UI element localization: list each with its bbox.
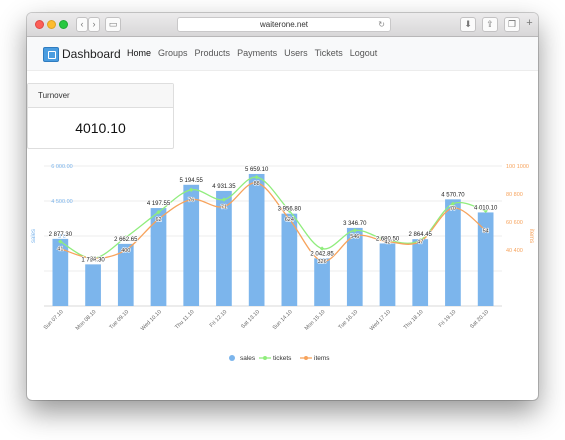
legend-items-label: items <box>314 355 330 362</box>
items-data-label: 70 <box>450 206 456 212</box>
items-data-label: 41 <box>57 247 63 253</box>
y-left-axis-title: sales <box>31 229 37 243</box>
sidebar-toggle-icon[interactable]: ▭ <box>105 17 121 32</box>
legend-sales-label: sales <box>240 355 256 362</box>
sales-bar <box>445 199 461 306</box>
sales-data-label: 4 010.10 <box>474 205 498 211</box>
x-tick-label: Tue 16.10 <box>338 309 360 331</box>
sales-data-label: 5 659.10 <box>245 167 269 173</box>
sales-bar <box>85 264 101 306</box>
turnover-card-title: Turnover <box>28 84 173 108</box>
browser-titlebar: ‹ › ▭ waiterone.net ↻ ⬇ ⇪ ❐ + <box>27 13 538 37</box>
y-right-tick-label: 60 600 <box>506 220 523 226</box>
y-right-axis-title: items <box>528 229 534 243</box>
x-tick-label: Sat 13.10 <box>240 309 261 330</box>
legend-items-dot <box>304 356 308 360</box>
sales-data-label: 2 877.30 <box>49 232 73 238</box>
x-tick-label: Thu 18.10 <box>403 309 425 331</box>
address-bar[interactable]: waiterone.net ↻ <box>177 17 391 32</box>
items-data-label: 62 <box>155 217 161 223</box>
nav-item-tickets[interactable]: Tickets <box>315 48 343 58</box>
nav-item-users[interactable]: Users <box>284 48 308 58</box>
sales-bar <box>477 212 494 306</box>
sales-data-label: 2 662.65 <box>114 237 138 243</box>
new-tab-icon[interactable]: + <box>523 17 536 32</box>
x-tick-label: Sat 20.10 <box>469 309 490 330</box>
sales-data-label: 4 570.70 <box>441 192 465 198</box>
nav-item-groups[interactable]: Groups <box>158 48 188 58</box>
y-right-tick-label: 80 800 <box>506 192 523 198</box>
sales-data-label: 3 956.80 <box>278 207 302 213</box>
sales-data-label: 2 042.85 <box>310 251 334 257</box>
items-data-label: 326 <box>317 259 326 265</box>
close-window-button[interactable] <box>35 20 44 29</box>
turnover-value: 4010.10 <box>75 120 126 136</box>
items-data-label: 47 <box>417 240 423 246</box>
items-data-label: 42 <box>384 240 390 246</box>
sales-bar <box>248 173 265 306</box>
browser-window: ‹ › ▭ waiterone.net ↻ ⬇ ⇪ ❐ + Dashboard … <box>27 13 538 400</box>
x-tick-label: Mon 15.10 <box>304 309 327 332</box>
nav-item-payments[interactable]: Payments <box>237 48 277 58</box>
sales-bar <box>379 243 396 306</box>
legend-tickets-dot <box>263 356 267 360</box>
x-tick-label: Mon 08.10 <box>75 309 98 332</box>
tabs-overview-icon[interactable]: ❐ <box>504 17 520 32</box>
brand-title: Dashboard <box>62 47 121 61</box>
x-tick-label: Fri 19.10 <box>438 309 458 329</box>
legend-tickets-label: tickets <box>273 355 292 362</box>
brand-link[interactable]: Dashboard <box>43 45 121 63</box>
forward-icon[interactable]: › <box>88 17 100 32</box>
sales-bar <box>314 258 330 306</box>
items-data-label: 88 <box>254 181 260 187</box>
x-tick-label: Sun 14.10 <box>272 309 294 331</box>
y-right-tick-label: 40 400 <box>506 248 523 254</box>
items-data-label: 54 <box>483 228 489 234</box>
nav-menu: Home Groups Products Payments Users Tick… <box>127 48 377 58</box>
turnover-card: Turnover 4010.10 <box>27 83 174 149</box>
items-data-label: 34 <box>90 256 96 262</box>
share-icon[interactable]: ⇪ <box>482 17 498 32</box>
items-data-label: 624 <box>285 217 294 223</box>
x-tick-label: Tue 09.10 <box>109 309 131 331</box>
items-data-label: 546 <box>350 234 359 240</box>
legend-sales-marker <box>229 355 235 361</box>
app-navbar: Dashboard Home Groups Products Payments … <box>27 37 538 71</box>
reload-icon[interactable]: ↻ <box>378 18 385 31</box>
address-bar-url: waiterone.net <box>259 20 309 29</box>
dashboard-logo-icon <box>43 46 59 62</box>
sales-bar <box>412 239 429 306</box>
items-data-label: 400 <box>121 248 130 254</box>
x-tick-label: Sun 07.10 <box>43 309 65 331</box>
nav-item-products[interactable]: Products <box>195 48 231 58</box>
zoom-window-button[interactable] <box>59 20 68 29</box>
nav-item-logout[interactable]: Logout <box>350 48 378 58</box>
sales-chart-svg: 1 53 04 500.006 000.0040 40060 60080 800… <box>31 164 534 362</box>
back-icon[interactable]: ‹ <box>76 17 88 32</box>
y-left-tick-label: 4 500.00 <box>51 199 72 205</box>
sales-data-label: 3 346.70 <box>343 221 367 227</box>
nav-item-home[interactable]: Home <box>127 48 151 58</box>
y-left-tick-label: 6 000.00 <box>51 164 72 170</box>
sales-chart: 1 53 04 500.006 000.0040 40060 60080 800… <box>27 158 538 373</box>
y-right-tick-label: 100 1000 <box>506 164 529 170</box>
minimize-window-button[interactable] <box>47 20 56 29</box>
x-tick-label: Wed 17.10 <box>369 309 392 332</box>
x-tick-label: Thu 11.10 <box>174 309 195 330</box>
tickets-point <box>319 246 325 251</box>
sales-data-label: 4 931.35 <box>212 184 236 190</box>
items-data-label: 76 <box>188 198 194 204</box>
x-tick-label: Wed 10.10 <box>140 309 163 332</box>
sales-data-label: 2 864.45 <box>409 232 433 238</box>
downloads-icon[interactable]: ⬇ <box>460 17 476 32</box>
sales-data-label: 5 194.55 <box>180 178 204 184</box>
sales-data-label: 4 197.55 <box>147 201 171 207</box>
x-tick-label: Fri 12.10 <box>209 309 229 329</box>
items-data-label: 71 <box>221 205 227 211</box>
